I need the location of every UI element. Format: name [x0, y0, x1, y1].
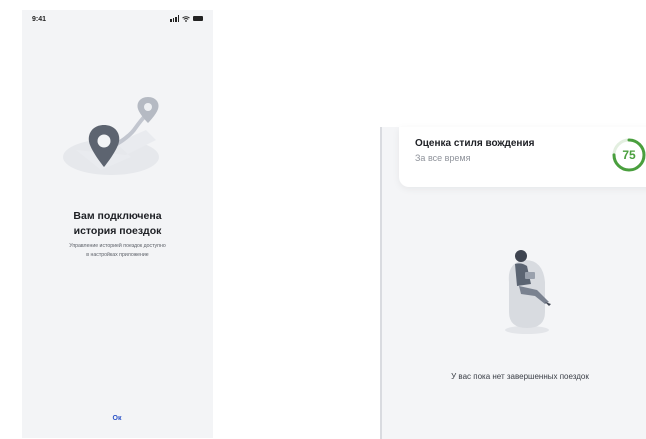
trip-history-connected-screen: 9:41 Вам подключена история поездок Упра…: [22, 10, 213, 438]
description-line-2: в настройках приложение: [86, 251, 149, 258]
driving-score-card[interactable]: Оценка стиля вождения За все время 75: [399, 127, 646, 187]
score-subtitle: За все время: [415, 153, 471, 163]
ok-button[interactable]: Ок: [102, 412, 132, 426]
battery-icon: [193, 16, 203, 21]
connected-title: Вам подключена история поездок: [22, 209, 213, 239]
empty-trips-message: У вас пока нет завершенных поездок: [451, 372, 589, 381]
title-line-1: Вам подключена: [73, 210, 162, 222]
description-line-1: Управление историей поездок доступно: [69, 243, 166, 249]
status-time: 9:41: [32, 16, 47, 23]
score-ring: 75: [611, 137, 646, 173]
connected-description: Управление историей поездок доступно в н…: [22, 242, 213, 259]
status-bar: 9:41: [22, 10, 213, 32]
status-icons: [170, 15, 203, 22]
score-value: 75: [622, 148, 636, 162]
score-title: Оценка стиля вождения: [415, 138, 535, 149]
person-head: [515, 250, 527, 262]
man-in-chair-illustration: [505, 250, 551, 334]
route-pin-illustration: [63, 97, 159, 175]
trips-empty-screen: Оценка стиля вождения За все время 75 У …: [380, 127, 646, 439]
wifi-icon: [182, 16, 190, 22]
signal-icon: [170, 15, 179, 22]
laptop-shape: [525, 272, 535, 279]
title-line-2: история поездок: [73, 225, 162, 237]
